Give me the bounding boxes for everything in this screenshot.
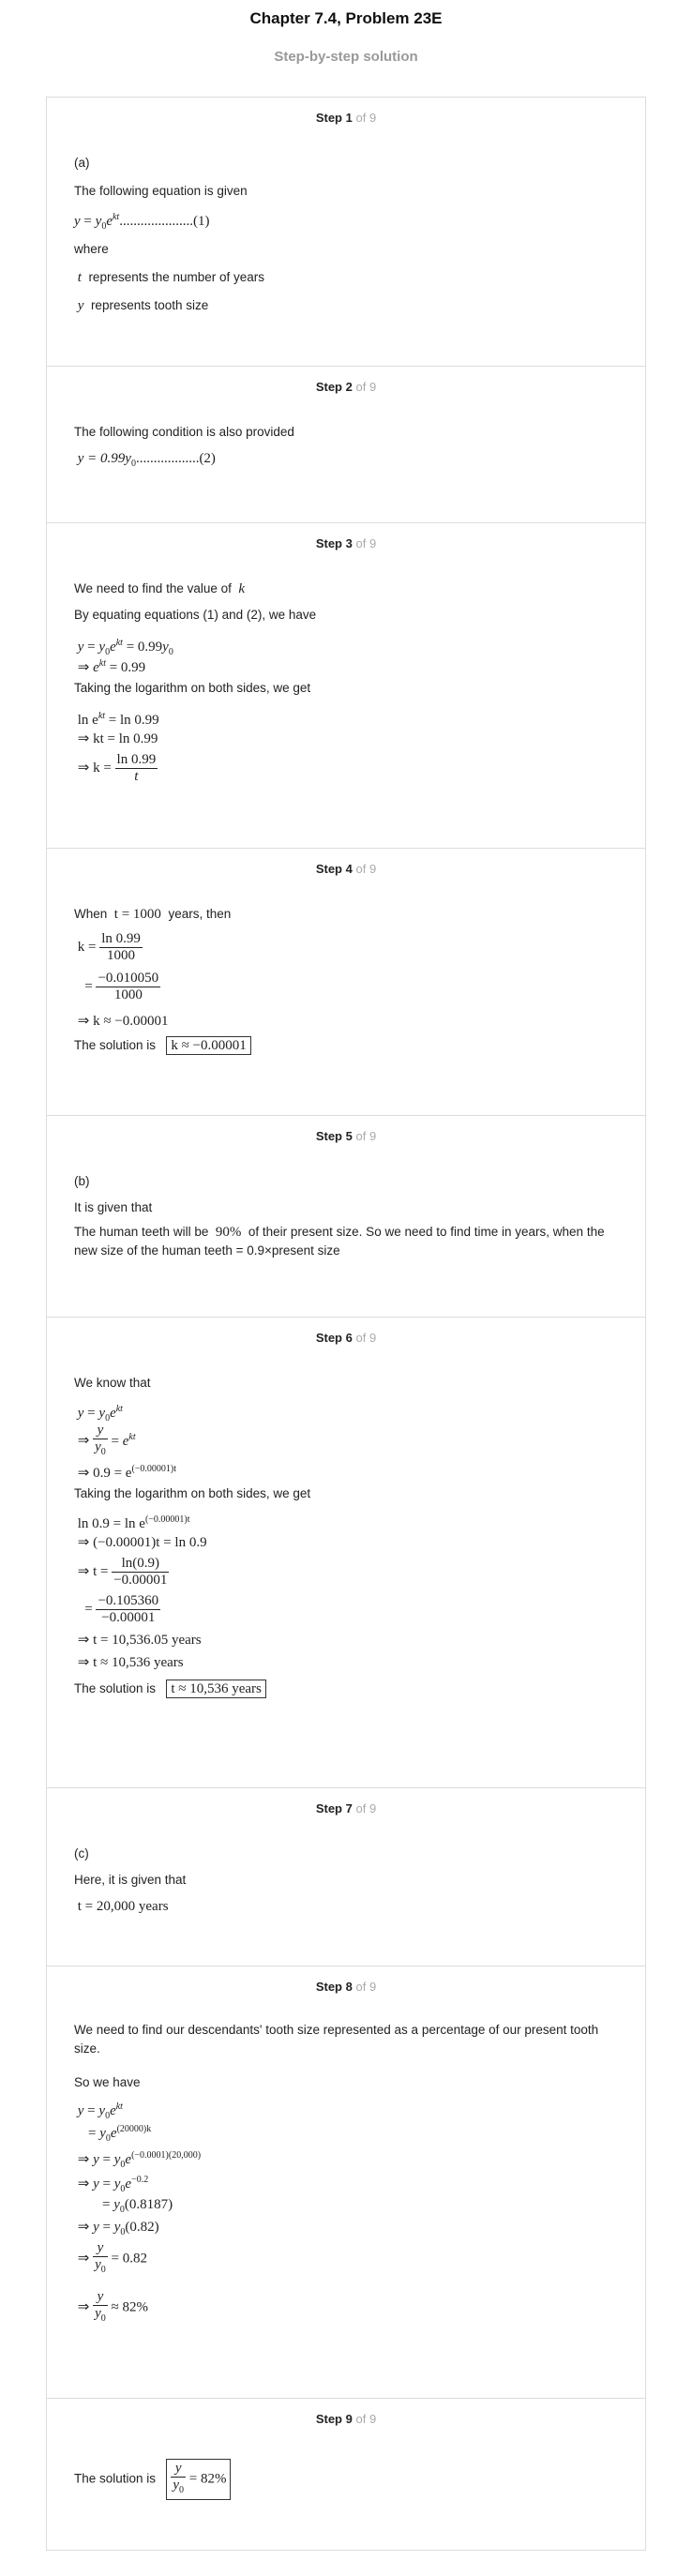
variable-t: t represents the number of years [74, 270, 265, 285]
equation: t = 20,000 years [77, 1899, 169, 1914]
fraction-k-value: = −0.010050 1000 [84, 971, 161, 1002]
step-text: So we have [74, 2075, 141, 2089]
equation: = y0(0.8187) [74, 2197, 173, 2215]
step-heading: Step 4 of 9 [315, 862, 377, 876]
step-heading: Step 1 of 9 [315, 111, 377, 125]
step-8: Step 8 of 9 We need to find our descenda… [47, 1966, 645, 2399]
equation: ⇒ kt = ln 0.99 [77, 731, 158, 746]
equation: ⇒ y y0 = 0.82 [74, 2240, 147, 2275]
page-subtitle: Step-by-step solution [274, 49, 418, 65]
step-text: Here, it is given that [74, 1873, 187, 1887]
step-4: Step 4 of 9 When t = 1000 years, then k … [47, 848, 645, 1116]
step-heading: Step 8 of 9 [315, 1980, 377, 1994]
step-text: We know that [74, 1376, 151, 1390]
step-7: Step 7 of 9 (c) Here, it is given that t… [47, 1787, 645, 1966]
step-text: It is given that [74, 1200, 153, 1214]
equation: ⇒ (−0.00001)t = ln 0.9 [77, 1535, 207, 1550]
step-text: By equating equations (1) and (2), we ha… [74, 608, 317, 622]
step-2: Step 2 of 9 The following condition is a… [47, 366, 645, 523]
fraction-t: ⇒ t = ln(0.9) −0.00001 [77, 1556, 170, 1588]
equation: ⇒ y y0 = ekt [77, 1423, 136, 1457]
step-text: The following condition is also provided [74, 425, 294, 439]
solution-page: Chapter 7.4, Problem 23E Step-by-step so… [0, 0, 692, 2576]
step-text: Taking the logarithm on both sides, we g… [74, 681, 311, 695]
equation-2: y = 0.99y0..................(2) [77, 451, 216, 469]
step-1: Step 1 of 9 (a) The following equation i… [47, 98, 645, 366]
step-6: Step 6 of 9 We know that y = y0ekt ⇒ y y0… [47, 1317, 645, 1788]
equation: ⇒ y = y0(0.82) [74, 2220, 159, 2237]
step-text: The following equation is given [74, 184, 248, 198]
variable-y: y represents tooth size [74, 298, 209, 313]
step-heading: Step 9 of 9 [315, 2412, 377, 2426]
solution-line: The solution is y y0 = 82% [74, 2459, 232, 2500]
equation-1: y = y0ekt.....................(1) [74, 212, 210, 232]
part-label: (b) [74, 1174, 90, 1188]
solution-box: k ≈ −0.00001 [166, 1036, 251, 1055]
step-heading: Step 3 of 9 [315, 536, 377, 550]
step-heading: Step 7 of 9 [315, 1801, 377, 1815]
step-5: Step 5 of 9 (b) It is given that The hum… [47, 1115, 645, 1318]
equation: ln ekt = ln 0.99 [77, 711, 159, 728]
equation: ⇒ y y0 ≈ 82% [74, 2289, 148, 2324]
step-text: The human teeth will be 90% of their pre… [74, 1225, 605, 1258]
step-text: where [74, 242, 109, 256]
solution-container: Step 1 of 9 (a) The following equation i… [46, 97, 646, 2551]
step-9: Step 9 of 9 The solution is y y0 = 82% [47, 2398, 645, 2551]
equation: ln 0.9 = ln e(−0.00001)t [77, 1514, 190, 1531]
page-title: Chapter 7.4, Problem 23E [249, 9, 443, 27]
equation: ⇒ 0.9 = e(−0.00001)t [77, 1464, 177, 1481]
step-3: Step 3 of 9 We need to find the value of… [47, 522, 645, 849]
step-text: Taking the logarithm on both sides, we g… [74, 1486, 311, 1500]
solution-box: y y0 = 82% [166, 2459, 232, 2500]
step-heading: Step 6 of 9 [315, 1331, 377, 1345]
equation: ⇒ k = ln 0.99 t [77, 752, 158, 784]
fraction-t-value: = −0.105360 −0.00001 [84, 1593, 161, 1625]
equation: ⇒ t = 10,536.05 years [77, 1633, 202, 1648]
step-text: We need to find our descendants' tooth s… [74, 2023, 599, 2056]
equation: = y0e(20000)k [74, 2124, 152, 2144]
solution-line: The solution is k ≈ −0.00001 [74, 1036, 251, 1055]
solution-box: t ≈ 10,536 years [166, 1680, 266, 1698]
step-text: We need to find the value of k [74, 581, 246, 596]
solution-line: The solution is t ≈ 10,536 years [74, 1680, 266, 1698]
step-text: When t = 1000 years, then [74, 907, 232, 922]
part-label: (c) [74, 1846, 89, 1860]
step-heading: Step 5 of 9 [315, 1129, 377, 1143]
step-heading: Step 2 of 9 [315, 380, 377, 394]
part-label: (a) [74, 156, 90, 170]
equation: ⇒ t ≈ 10,536 years [77, 1655, 184, 1670]
equation: ⇒ ekt = 0.99 [74, 658, 146, 675]
equation: ⇒ k ≈ −0.00001 [77, 1014, 169, 1029]
fraction-k: k = ln 0.99 1000 [77, 931, 143, 963]
